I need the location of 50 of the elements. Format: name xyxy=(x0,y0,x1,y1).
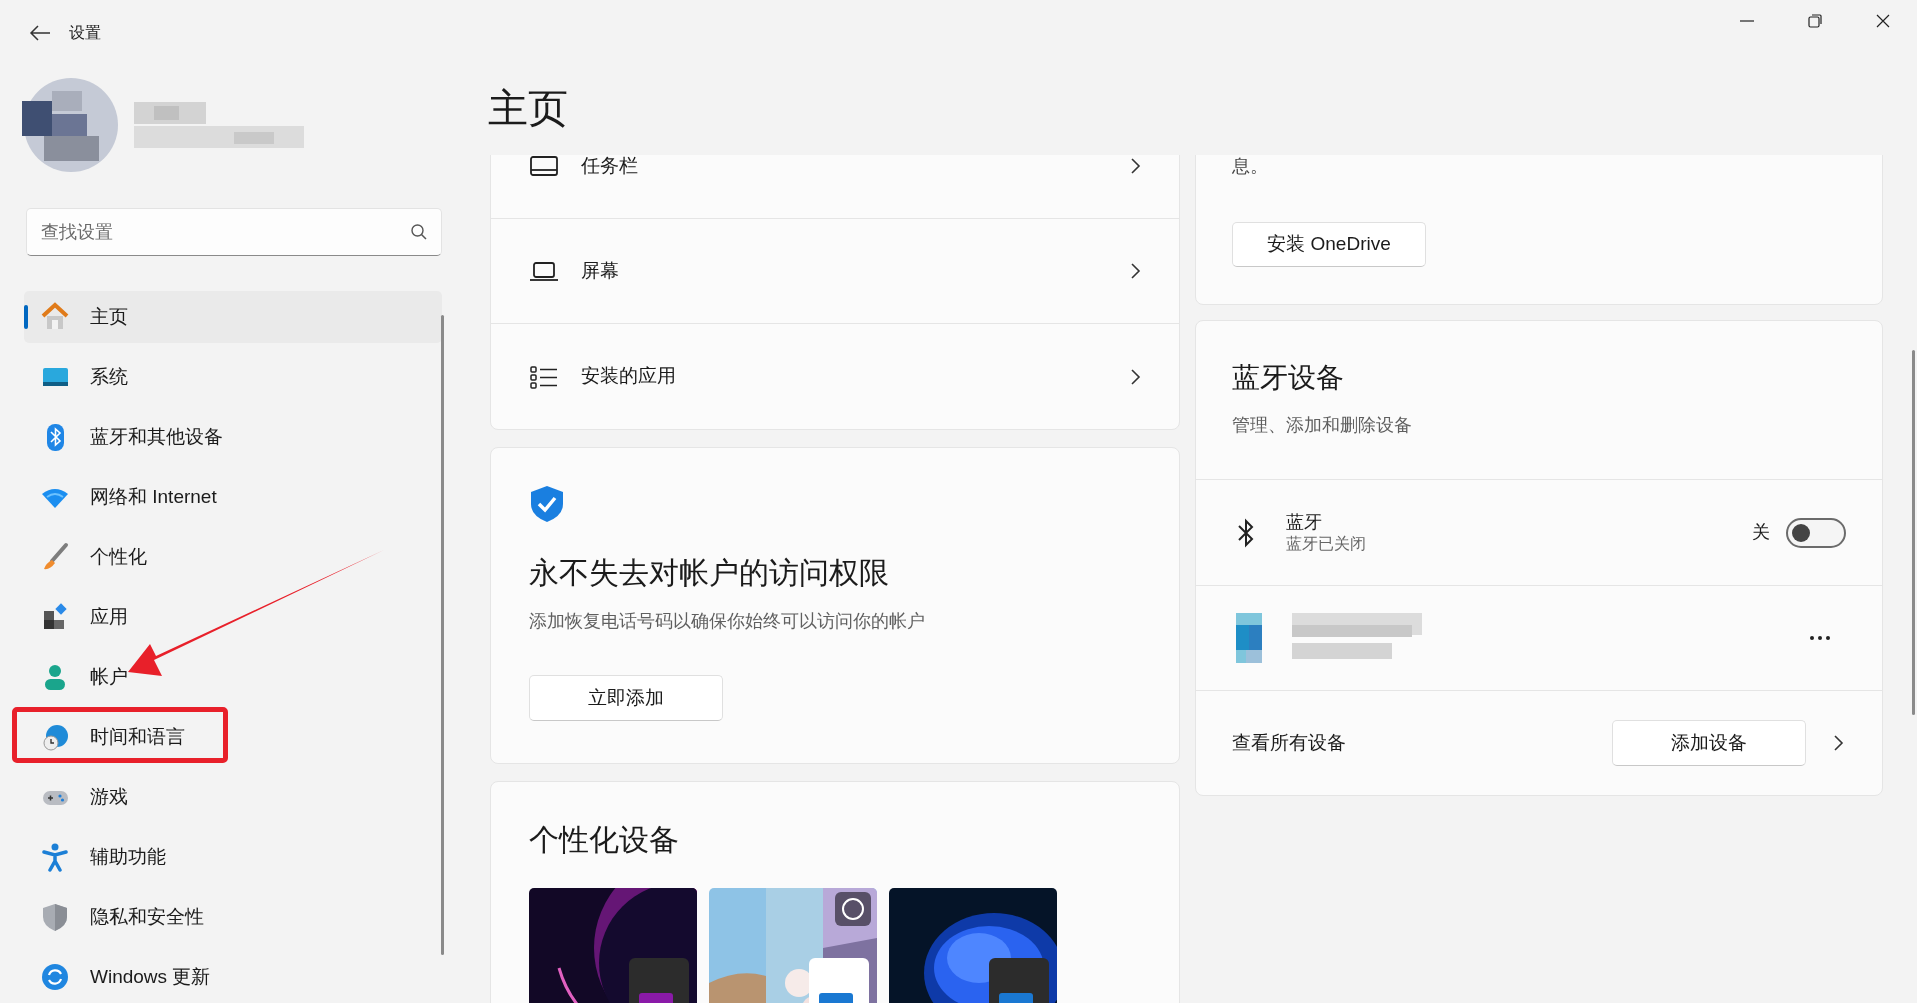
accessibility-icon xyxy=(40,842,70,872)
add-button[interactable]: 立即添加 xyxy=(529,675,723,721)
window-title: 设置 xyxy=(69,22,101,43)
search-field[interactable]: 查找设置 xyxy=(26,208,442,256)
device-icon xyxy=(1236,613,1262,663)
setting-status: 蓝牙已关闭 xyxy=(1286,533,1367,554)
scrollbar[interactable] xyxy=(441,315,444,955)
card-description: 管理、添加和删除设备 xyxy=(1232,414,1412,437)
card-title: 个性化设备 xyxy=(529,822,680,858)
scrollbar[interactable] xyxy=(1912,350,1915,715)
sync-icon xyxy=(40,962,70,992)
restore-icon xyxy=(1806,12,1824,30)
toggle-state-label: 关 xyxy=(1752,521,1770,544)
search-icon xyxy=(410,223,428,242)
settings-link[interactable]: 屏幕 xyxy=(491,219,1179,324)
chevron-icon xyxy=(1129,157,1141,175)
nav-item[interactable]: Windows 更新 xyxy=(24,951,442,1003)
nav-item[interactable]: 主页 xyxy=(24,291,442,343)
card-description: 息。 xyxy=(1232,155,1268,178)
close-icon xyxy=(1874,12,1892,30)
home-icon xyxy=(40,302,70,332)
bluetooth-icon xyxy=(1236,516,1256,549)
nav-item[interactable]: 帐户 xyxy=(24,651,442,703)
card-title: 蓝牙设备 xyxy=(1232,361,1344,395)
settings-link[interactable]: 任务栏 xyxy=(491,155,1179,219)
more-icon xyxy=(1809,635,1831,641)
globe-clock-icon xyxy=(40,722,70,752)
toggle-switch[interactable] xyxy=(1786,517,1846,548)
nav-item[interactable]: 辅助功能 xyxy=(24,831,442,883)
page-title: 主页 xyxy=(488,85,568,132)
nav-item[interactable]: 个性化 xyxy=(24,531,442,583)
list-icon xyxy=(529,363,559,390)
install-button[interactable]: 安装 OneDrive xyxy=(1232,222,1426,267)
card-description: 添加恢复电话号码以确保你始终可以访问你的帐户 xyxy=(529,610,925,633)
shield-icon xyxy=(40,902,70,932)
add-device-button[interactable]: 添加设备 xyxy=(1612,720,1806,766)
nav-item[interactable]: 隐私和安全性 xyxy=(24,891,442,943)
nav-item[interactable]: 应用 xyxy=(24,591,442,643)
link-label: 查看所有设备 xyxy=(1232,730,1347,755)
chevron-icon xyxy=(1129,262,1141,280)
back-arrow-icon xyxy=(29,23,51,42)
minimize-icon xyxy=(1740,20,1754,22)
taskbar-icon xyxy=(529,155,559,179)
chevron-icon xyxy=(1832,734,1844,752)
shield-check-icon xyxy=(529,484,565,524)
settings-link[interactable]: 安装的应用 xyxy=(491,324,1179,429)
card-title: 永不失去对帐户的访问权限 xyxy=(529,555,889,591)
chevron-icon xyxy=(1129,367,1141,386)
setting-label: 蓝牙 xyxy=(1286,510,1323,533)
nav-item[interactable]: 系统 xyxy=(24,351,442,403)
